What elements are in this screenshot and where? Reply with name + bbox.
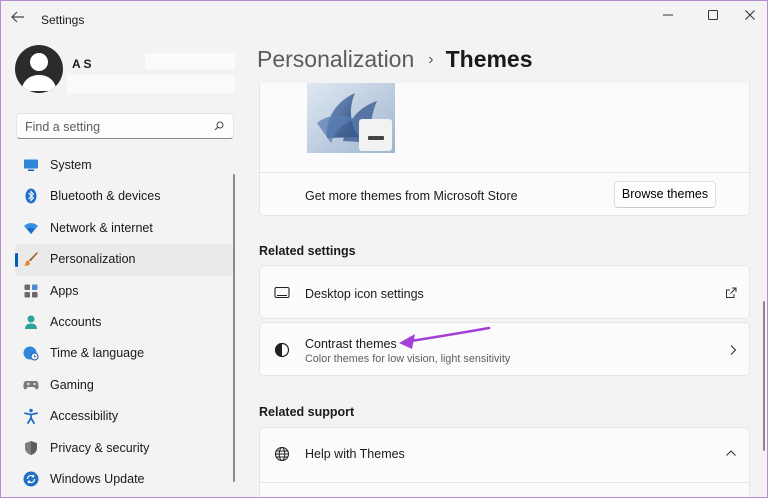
title-bar: Settings (1, 1, 767, 37)
theme-thumbnail[interactable] (307, 83, 395, 153)
redacted-name (145, 53, 235, 69)
sidebar-item-label: Gaming (50, 377, 94, 392)
sidebar-item-accessibility[interactable]: Accessibility (15, 401, 233, 432)
search-placeholder: Find a setting (25, 120, 101, 134)
sidebar-item-label: Bluetooth & devices (50, 189, 161, 204)
shield-icon (25, 440, 37, 455)
wifi-icon (24, 222, 38, 234)
globe-clock-icon (23, 346, 39, 361)
minimize-button[interactable] (653, 5, 683, 25)
back-arrow-icon (11, 11, 24, 23)
breadcrumb-parent[interactable]: Personalization (257, 46, 414, 72)
gamepad-icon (23, 380, 39, 390)
contrast-themes-row[interactable]: Contrast themes Color themes for low vis… (259, 322, 750, 376)
chevron-right-icon (730, 345, 737, 355)
settings-window: Settings A S Find a setting System Bluet… (1, 1, 767, 497)
bloom-wallpaper-image (307, 83, 395, 153)
external-link-icon (726, 287, 737, 298)
back-button[interactable] (11, 10, 31, 28)
person-icon (25, 315, 37, 329)
sidebar-item-bluetooth[interactable]: Bluetooth & devices (15, 181, 233, 212)
sidebar-item-system[interactable]: System (15, 150, 233, 181)
maximize-button[interactable] (698, 5, 728, 25)
sidebar-item-label: Windows Update (50, 471, 145, 486)
search-input[interactable]: Find a setting (16, 113, 234, 139)
bluetooth-icon (25, 188, 37, 204)
sidebar-item-label: Apps (50, 283, 79, 298)
help-with-themes-section[interactable]: Help with Themes (259, 427, 750, 497)
related-support-heading: Related support (259, 405, 355, 419)
row-subtitle: Color themes for low vision, light sensi… (305, 353, 511, 365)
sidebar-item-gaming[interactable]: Gaming (15, 370, 233, 401)
store-text: Get more themes from Microsoft Store (305, 189, 518, 203)
apps-icon (24, 284, 38, 298)
accessibility-icon (24, 408, 38, 425)
sidebar-item-apps[interactable]: Apps (15, 276, 233, 307)
update-icon (23, 471, 39, 487)
row-title: Desktop icon settings (305, 287, 424, 301)
globe-icon (274, 446, 290, 462)
sidebar-nav: System Bluetooth & devices Network & int… (15, 150, 233, 495)
sidebar-item-personalization[interactable]: Personalization (15, 244, 233, 276)
sidebar-item-label: System (50, 158, 92, 172)
themes-card: Get more themes from Microsoft Store Bro… (259, 83, 750, 216)
search-icon (214, 121, 224, 131)
default-user-icon (21, 53, 57, 91)
monitor-icon (24, 159, 38, 171)
sidebar-item-label: Network & internet (50, 220, 153, 235)
sidebar-item-label: Privacy & security (50, 440, 150, 455)
breadcrumb: Personalization › Themes (257, 46, 533, 73)
app-title: Settings (41, 13, 85, 27)
contrast-icon (274, 342, 290, 358)
close-icon (745, 10, 755, 20)
maximize-icon (708, 10, 718, 20)
brush-icon (24, 252, 38, 266)
breadcrumb-separator: › (428, 51, 434, 68)
sidebar-item-network[interactable]: Network & internet (15, 213, 233, 244)
chevron-up-icon (726, 450, 736, 456)
annotation-arrow (399, 326, 491, 349)
sidebar-item-accounts[interactable]: Accounts (15, 307, 233, 338)
sidebar-item-windows-update[interactable]: Windows Update (15, 464, 233, 495)
desktop-icon-settings-row[interactable]: Desktop icon settings (259, 265, 750, 319)
close-button[interactable] (735, 5, 765, 25)
row-title: Help with Themes (305, 447, 405, 461)
row-title: Contrast themes (305, 337, 397, 351)
sidebar-scrollbar[interactable] (233, 174, 235, 482)
sidebar-item-label: Accounts (50, 314, 102, 329)
page-title: Themes (445, 46, 533, 72)
minimize-icon (663, 14, 673, 16)
sidebar-item-label: Accessibility (50, 409, 119, 424)
divider (260, 482, 749, 483)
user-name: A S (72, 57, 92, 71)
sidebar-item-privacy[interactable]: Privacy & security (15, 433, 233, 464)
sidebar-item-time-language[interactable]: Time & language (15, 338, 233, 369)
related-settings-heading: Related settings (259, 244, 356, 258)
redacted-email (67, 75, 235, 93)
avatar (15, 45, 63, 93)
main-scrollbar[interactable] (763, 301, 765, 451)
browse-themes-button[interactable]: Browse themes (614, 181, 716, 208)
sidebar-item-label: Personalization (50, 252, 136, 267)
sidebar-item-label: Time & language (50, 346, 145, 361)
desktop-icon (274, 286, 290, 299)
get-more-themes-row: Get more themes from Microsoft Store Bro… (260, 172, 749, 215)
